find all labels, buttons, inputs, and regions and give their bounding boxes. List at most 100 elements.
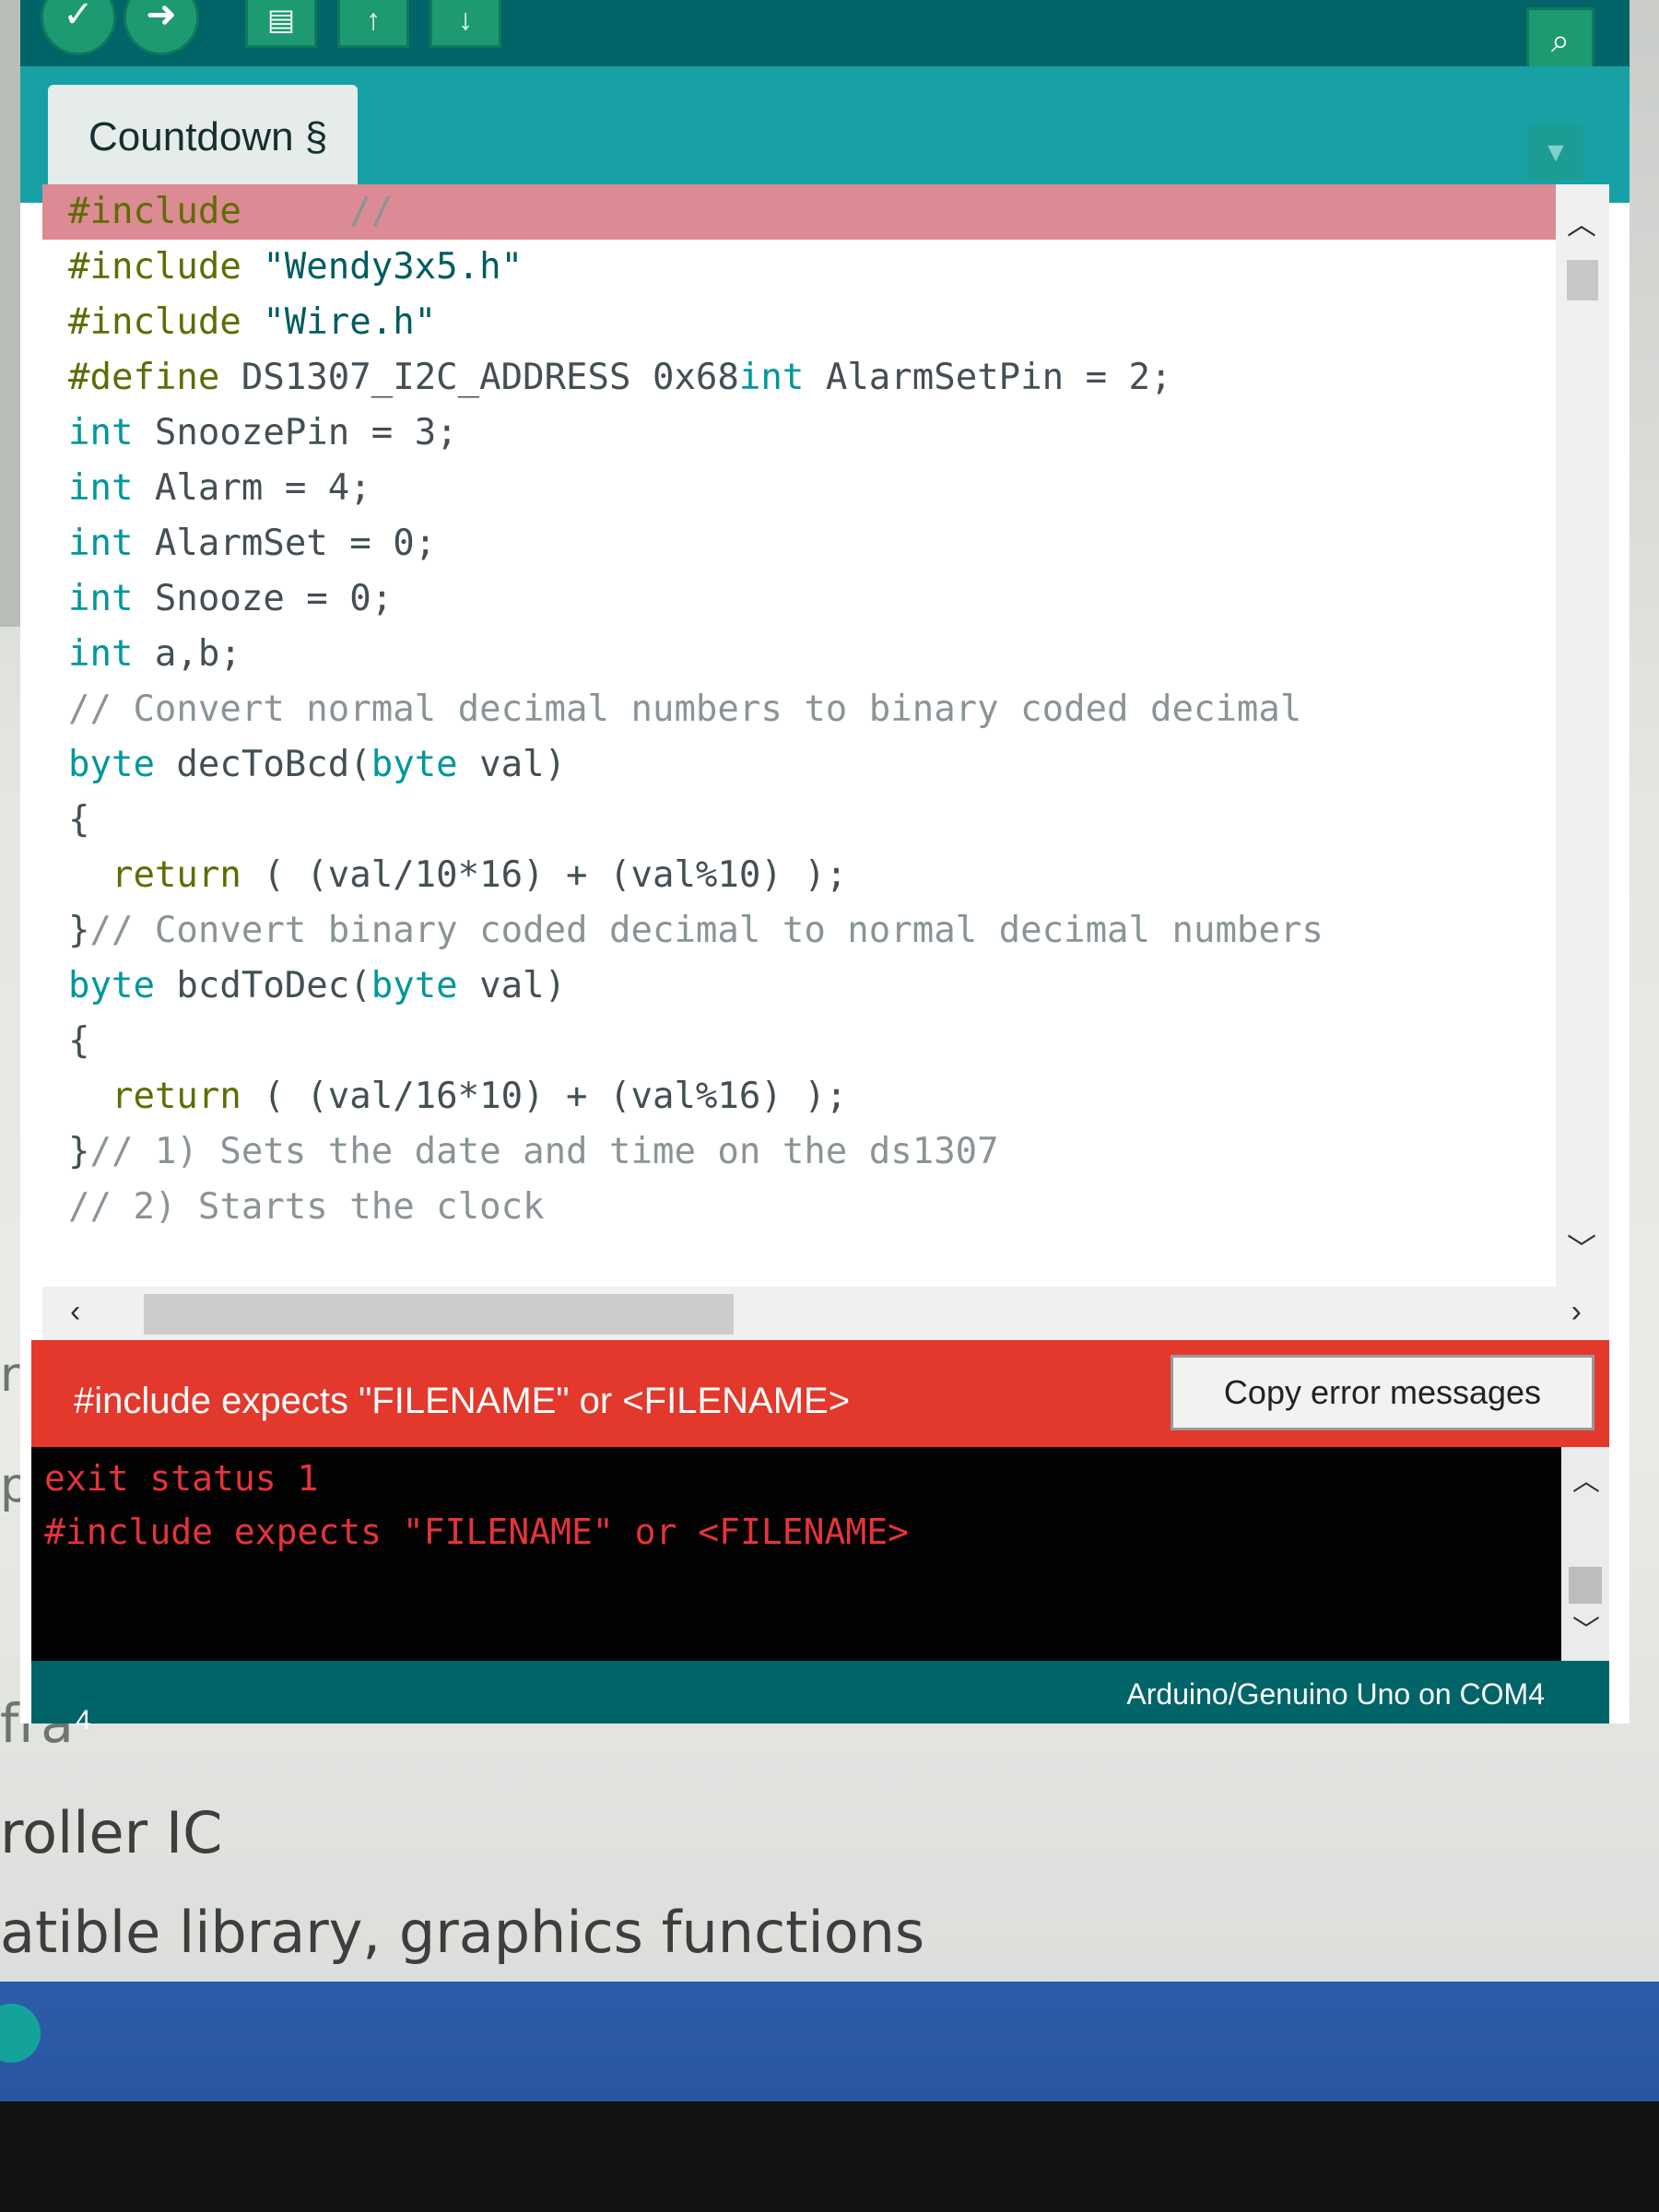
- code-token: "Wendy3x5.h": [241, 246, 524, 288]
- new-sketch-button[interactable]: ▤: [245, 0, 317, 48]
- code-token: int: [68, 523, 134, 564]
- code-line[interactable]: int SnoozePin = 3;: [42, 406, 458, 461]
- code-line[interactable]: // 2) Starts the clock: [42, 1180, 545, 1235]
- code-token: ( (val/10*16) + (val%10) );: [241, 854, 848, 896]
- code-token: //: [241, 191, 394, 232]
- code-line-error[interactable]: #include //: [42, 184, 1556, 240]
- code-token: byte: [68, 744, 155, 785]
- magnifier-icon: ⌕: [1550, 21, 1571, 59]
- code-editor[interactable]: #include //#include "Wendy3x5.h" #include…: [42, 184, 1609, 1340]
- editor-horizontal-scrollbar[interactable]: ‹ ›: [42, 1287, 1609, 1340]
- chevron-left-icon[interactable]: ‹: [70, 1294, 80, 1330]
- arrow-down-icon: ↓: [458, 3, 473, 36]
- code-line[interactable]: // Convert normal decimal numbers to bin…: [42, 682, 1301, 737]
- code-line[interactable]: byte decToBcd(byte val): [42, 737, 566, 793]
- status-bar: 4 Arduino/Genuino Uno on COM4: [31, 1661, 1609, 1735]
- code-token: decToBcd(: [154, 744, 371, 785]
- arrow-right-icon: ➜: [146, 0, 177, 35]
- code-token: Snooze = 0;: [133, 578, 394, 619]
- code-area[interactable]: #include //#include "Wendy3x5.h" #include…: [42, 184, 1556, 1287]
- scrollbar-thumb[interactable]: [1567, 260, 1598, 300]
- scrollbar-thumb[interactable]: [144, 1294, 734, 1335]
- error-message: #include expects "FILENAME" or <FILENAME…: [74, 1381, 851, 1421]
- code-line[interactable]: {: [42, 1014, 89, 1069]
- code-line[interactable]: int a,b;: [42, 627, 241, 682]
- board-port-info: Arduino/Genuino Uno on COM4: [1126, 1677, 1545, 1711]
- code-token: int: [68, 633, 134, 675]
- monitor-bezel: [0, 2101, 1659, 2212]
- chevron-up-icon[interactable]: ︿: [1567, 201, 1596, 243]
- code-token: byte: [371, 744, 458, 785]
- code-line[interactable]: }// Convert binary coded decimal to norm…: [42, 903, 1324, 959]
- save-sketch-button[interactable]: ↓: [429, 0, 501, 48]
- code-token: int: [68, 467, 134, 509]
- console-output: exit status 1 #include expects "FILENAME…: [31, 1447, 1609, 1661]
- code-token: int: [738, 357, 805, 398]
- code-token: return: [68, 854, 241, 896]
- console-line: exit status 1: [44, 1458, 319, 1499]
- code-line[interactable]: {: [42, 793, 89, 848]
- open-sketch-button[interactable]: ↑: [337, 0, 409, 48]
- code-token: byte: [68, 965, 155, 1006]
- code-token: int: [68, 578, 134, 619]
- editor-vertical-scrollbar[interactable]: ︿ ﹀: [1556, 184, 1609, 1287]
- check-icon: ✓: [63, 0, 94, 35]
- code-token: Alarm = 4;: [133, 467, 371, 509]
- code-token: AlarmSetPin = 2;: [804, 357, 1172, 398]
- chevron-right-icon[interactable]: ›: [1571, 1294, 1582, 1330]
- start-button[interactable]: [0, 2004, 41, 2063]
- chevron-down-icon[interactable]: ﹀: [1567, 1226, 1596, 1268]
- code-line[interactable]: }// 1) Sets the date and time on the ds1…: [42, 1124, 999, 1180]
- code-token: val): [457, 744, 567, 785]
- tab-menu-button[interactable]: ▼: [1528, 125, 1583, 181]
- line-number: 4: [76, 1705, 91, 1735]
- chevron-down-icon: ▼: [1542, 137, 1570, 168]
- code-token: DS1307_I2C_ADDRESS 0x68: [219, 357, 739, 398]
- code-line[interactable]: #include "Wendy3x5.h": [42, 240, 523, 295]
- code-token: SnoozePin = 3;: [133, 412, 458, 453]
- toolbar: ✓ ➜ ▤ ↑ ↓ ⌕: [20, 0, 1630, 76]
- code-token: {: [68, 1020, 90, 1062]
- code-token: {: [68, 799, 90, 841]
- code-token: #define: [68, 357, 220, 398]
- code-token: // Convert normal decimal numbers to bin…: [68, 688, 1302, 730]
- code-line[interactable]: int AlarmSet = 0;: [42, 516, 436, 571]
- code-token: byte: [371, 965, 458, 1006]
- code-token: int: [68, 412, 134, 453]
- code-line[interactable]: int Alarm = 4;: [42, 461, 371, 516]
- code-line[interactable]: #include "Wire.h": [42, 295, 436, 350]
- code-token: bcdToDec(: [154, 965, 371, 1006]
- tab-bar: Countdown § ▼: [20, 66, 1630, 203]
- code-token: val): [457, 965, 567, 1006]
- scrollbar-thumb[interactable]: [1569, 1567, 1602, 1604]
- console-vertical-scrollbar[interactable]: ︿ ﹀: [1561, 1447, 1609, 1661]
- verify-button[interactable]: ✓: [41, 0, 116, 55]
- code-token: // 1) Sets the date and time on the ds13…: [89, 1131, 999, 1172]
- code-line[interactable]: return ( (val/10*16) + (val%10) );: [42, 848, 847, 903]
- code-token: ( (val/16*10) + (val%16) );: [241, 1076, 848, 1117]
- code-token: "Wire.h": [241, 301, 437, 343]
- code-line[interactable]: return ( (val/16*10) + (val%16) );: [42, 1069, 847, 1124]
- code-line[interactable]: int Snooze = 0;: [42, 571, 393, 627]
- background-text-fragment: atible library, graphics functions: [0, 1899, 925, 1966]
- upload-button[interactable]: ➜: [124, 0, 199, 55]
- serial-monitor-button[interactable]: ⌕: [1526, 7, 1594, 76]
- copy-error-messages-button[interactable]: Copy error messages: [1171, 1355, 1594, 1430]
- code-token: // 2) Starts the clock: [68, 1186, 545, 1228]
- taskbar: [0, 1982, 1659, 2101]
- code-token: a,b;: [133, 633, 241, 675]
- document-icon: ▤: [266, 3, 296, 36]
- console-line: #include expects "FILENAME" or <FILENAME…: [44, 1512, 909, 1552]
- chevron-down-icon[interactable]: ﹀: [1572, 1607, 1600, 1648]
- code-token: }: [68, 1131, 90, 1172]
- chevron-up-icon[interactable]: ︿: [1572, 1458, 1600, 1499]
- code-line[interactable]: #define DS1307_I2C_ADDRESS 0x68int Alarm…: [42, 350, 1172, 406]
- arrow-up-icon: ↑: [366, 3, 381, 36]
- code-token: #include: [68, 301, 241, 343]
- code-line[interactable]: byte bcdToDec(byte val): [42, 959, 566, 1014]
- code-token: }: [68, 910, 90, 951]
- tab-label: Countdown §: [88, 114, 328, 159]
- code-token: AlarmSet = 0;: [133, 523, 437, 564]
- code-token: // Convert binary coded decimal to norma…: [89, 910, 1324, 951]
- code-token: #include: [68, 246, 241, 288]
